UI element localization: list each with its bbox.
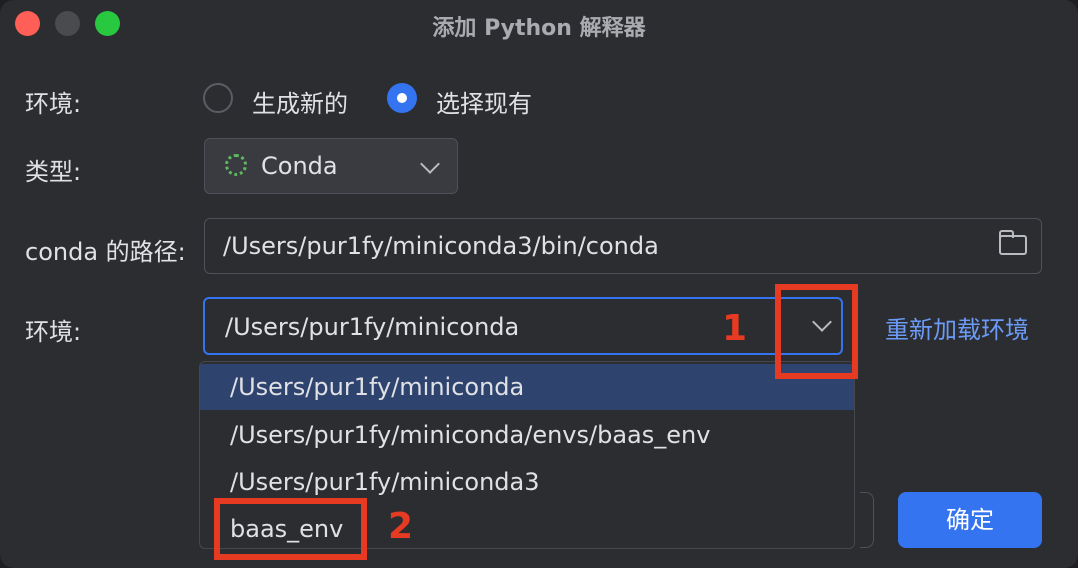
dropdown-item[interactable]: /Users/pur1fy/miniconda <box>200 364 854 410</box>
environment-mode-label: 环境: <box>25 90 82 118</box>
annotation-marker-1: 1 <box>722 308 748 349</box>
window-title: 添加 Python 解释器 <box>432 16 646 41</box>
add-python-interpreter-dialog: 添加 Python 解释器 环境: 生成新的 选择现有 类型: Conda co… <box>0 0 1078 568</box>
folder-icon[interactable] <box>999 230 1027 255</box>
radio-select-existing[interactable] <box>387 83 417 113</box>
environment-value: /Users/pur1fy/miniconda <box>225 313 520 341</box>
type-label: 类型: <box>25 158 82 186</box>
annotation-marker-2: 2 <box>388 506 414 547</box>
type-value: Conda <box>261 152 338 180</box>
ok-button[interactable]: 确定 <box>898 492 1042 548</box>
radio-selected-dot <box>397 93 407 103</box>
annotation-box-2 <box>214 498 367 560</box>
chevron-down-icon <box>420 154 440 174</box>
title-bar: 添加 Python 解释器 <box>0 0 1078 48</box>
conda-path-label: conda 的路径: <box>25 238 186 266</box>
radio-generate-new-label[interactable]: 生成新的 <box>252 84 348 119</box>
radio-select-existing-label[interactable]: 选择现有 <box>436 84 532 119</box>
radio-generate-new[interactable] <box>203 83 233 113</box>
conda-path-value: /Users/pur1fy/miniconda3/bin/conda <box>223 232 659 260</box>
annotation-box-1 <box>775 284 858 379</box>
reload-environments-link[interactable]: 重新加载环境 <box>885 310 1029 345</box>
environment-label: 环境: <box>25 318 82 346</box>
cancel-button-edge[interactable] <box>860 492 874 548</box>
conda-icon <box>225 154 247 176</box>
type-select[interactable]: Conda <box>204 138 458 194</box>
dropdown-item[interactable]: /Users/pur1fy/miniconda/envs/baas_env <box>200 412 854 458</box>
conda-path-field[interactable]: /Users/pur1fy/miniconda3/bin/conda <box>204 218 1042 274</box>
